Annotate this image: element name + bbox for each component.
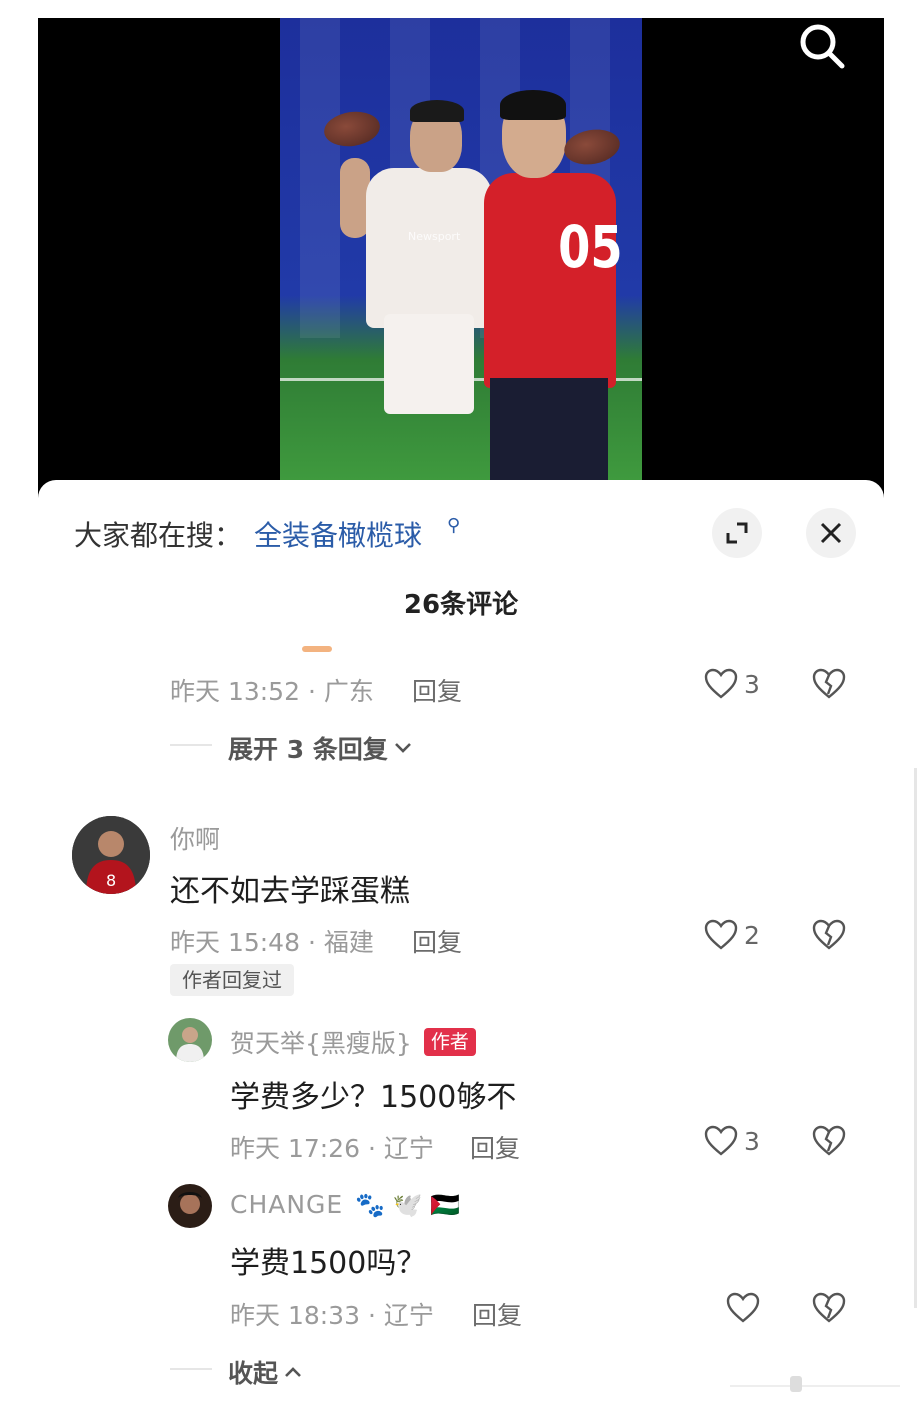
avatar[interactable]: 8 <box>72 816 150 894</box>
comment-time-location: 昨天 13:52 · 广东 <box>170 677 374 706</box>
chevron-down-icon <box>394 743 411 753</box>
avatar-image: 8 <box>72 816 150 894</box>
expand-replies-label: 展开 3 条回复 <box>228 735 388 764</box>
watermark-deco <box>730 1372 900 1396</box>
search-suggestion-link[interactable]: 全装备橄榄球 <box>254 514 422 554</box>
reply-header: CHANGE 🐾 🕊️ 🇵🇸 <box>230 1190 460 1219</box>
reply-time-location: 昨天 17:26 · 辽宁 <box>230 1134 434 1163</box>
expand-button[interactable] <box>712 508 762 558</box>
scrollbar[interactable] <box>914 768 917 1308</box>
avatar-image <box>168 1018 212 1062</box>
broken-heart-icon <box>812 668 846 699</box>
reply-button[interactable]: 回复 <box>472 1296 522 1332</box>
emoji-fragment <box>302 646 332 652</box>
reply-username[interactable]: CHANGE <box>230 1190 343 1219</box>
dislike-button[interactable] <box>812 1125 846 1161</box>
reply-time-location: 昨天 18:33 · 辽宁 <box>230 1301 434 1330</box>
avatar[interactable] <box>168 1184 212 1228</box>
reply-text: 学费多少？1500够不 <box>230 1080 517 1115</box>
search-icon <box>800 24 845 69</box>
dislike-button[interactable] <box>812 1292 846 1328</box>
heart-icon <box>704 919 738 950</box>
like-button[interactable]: 3 <box>704 1125 760 1157</box>
expand-replies-button[interactable]: 展开 3 条回复 <box>228 730 412 766</box>
username-emojis: 🐾 🕊️ 🇵🇸 <box>355 1190 461 1219</box>
author-tag: 作者 <box>423 1028 476 1056</box>
jersey-number: 05 <box>558 213 623 281</box>
collapse-replies-button[interactable]: 收起 <box>228 1354 302 1390</box>
reply-button[interactable]: 回复 <box>470 1129 520 1165</box>
like-button[interactable] <box>726 1292 766 1324</box>
player-white <box>366 168 492 328</box>
like-button[interactable]: 2 <box>704 919 760 951</box>
heart-icon <box>726 1292 760 1323</box>
chevron-up-icon <box>285 1367 301 1377</box>
broken-heart-icon <box>812 1125 846 1156</box>
like-count: 3 <box>744 669 760 699</box>
dislike-button[interactable] <box>812 668 846 704</box>
reply-button[interactable]: 回复 <box>412 672 462 708</box>
like-count: 2 <box>744 920 760 950</box>
comment-username[interactable]: 你啊 <box>170 820 220 856</box>
search-icon[interactable]: ⚲ <box>447 515 460 536</box>
close-icon <box>820 522 842 544</box>
collapse-label: 收起 <box>228 1359 279 1388</box>
dislike-button[interactable] <box>812 919 846 955</box>
heart-icon <box>704 668 738 699</box>
reply-text: 学费1500吗？ <box>230 1246 427 1281</box>
video-frame[interactable]: 05 Newsport <box>280 18 642 480</box>
search-suggestion-prefix: 大家都在搜： <box>74 519 243 552</box>
broken-heart-icon <box>812 1292 846 1323</box>
comment-time-location: 昨天 15:48 · 福建 <box>170 928 374 957</box>
watermark: Newsport <box>408 230 461 243</box>
reply-username[interactable]: 贺天举{黑瘦版} <box>230 1024 412 1060</box>
heart-icon <box>704 1125 738 1156</box>
broken-heart-icon <box>812 919 846 950</box>
author-replied-badge: 作者回复过 <box>170 964 294 996</box>
comment-count: 26条评论 <box>403 590 519 620</box>
svg-text:8: 8 <box>106 871 116 890</box>
thread-line <box>170 1368 212 1370</box>
reply-header: 贺天举{黑瘦版} 作者 <box>230 1024 476 1060</box>
like-button[interactable]: 3 <box>704 668 760 700</box>
avatar-image <box>168 1184 212 1228</box>
thread-line <box>170 744 212 746</box>
expand-icon <box>726 522 748 544</box>
close-button[interactable] <box>806 508 856 558</box>
video-search-button[interactable] <box>796 20 850 74</box>
avatar[interactable] <box>168 1018 212 1062</box>
like-count: 3 <box>744 1126 760 1156</box>
reply-button[interactable]: 回复 <box>412 923 462 959</box>
comment-text: 还不如去学踩蛋糕 <box>170 874 410 909</box>
